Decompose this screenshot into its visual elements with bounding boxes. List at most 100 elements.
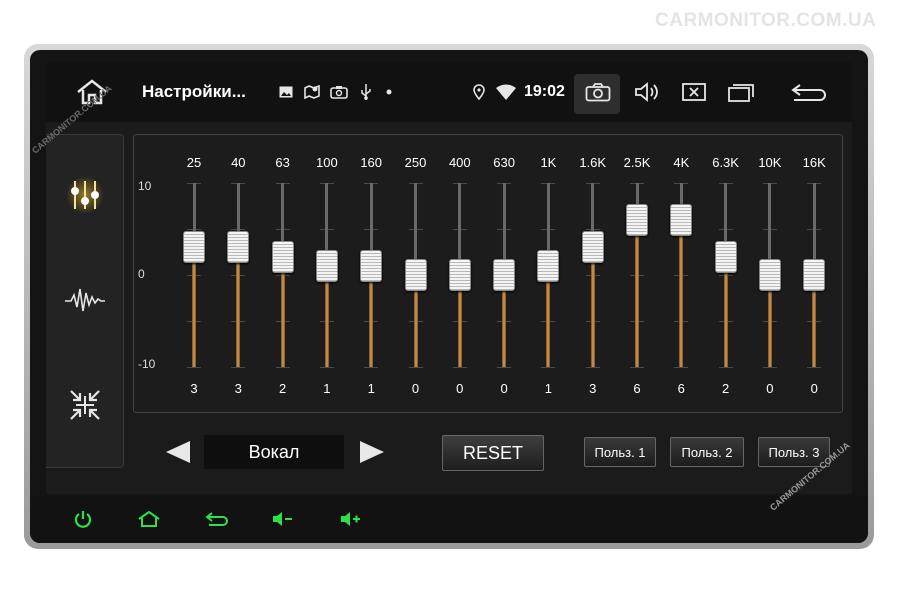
device-frame: Настройки... 19:02 10 0 -10 25 3 40 3 63… bbox=[24, 44, 874, 549]
preset-prev-button[interactable] bbox=[162, 437, 192, 467]
sidebar-item-balance[interactable] bbox=[46, 355, 123, 455]
band-value-label: 3 bbox=[589, 381, 597, 396]
clock: 19:02 bbox=[524, 83, 565, 100]
slider-tick bbox=[187, 367, 201, 368]
band-value-label: 2 bbox=[278, 381, 287, 396]
slider-tick bbox=[585, 367, 600, 368]
slider-knob[interactable] bbox=[714, 240, 737, 273]
slider-knob[interactable] bbox=[227, 231, 250, 264]
close-window-icon[interactable] bbox=[676, 62, 712, 122]
slider-knob[interactable] bbox=[803, 259, 826, 291]
band-frequency-label: 1.6K bbox=[579, 155, 607, 170]
slider-fill bbox=[679, 219, 684, 367]
slider-fill bbox=[192, 247, 196, 367]
waveform-icon bbox=[64, 288, 105, 312]
screen: Настройки... 19:02 10 0 -10 25 3 40 3 63… bbox=[46, 62, 852, 494]
preset-next-button[interactable] bbox=[358, 437, 388, 467]
slider-knob[interactable] bbox=[315, 249, 338, 282]
device-bezel: Настройки... 19:02 10 0 -10 25 3 40 3 63… bbox=[30, 50, 868, 543]
band-frequency-label: 10K bbox=[758, 155, 782, 170]
slider-tick bbox=[275, 367, 290, 368]
slider-knob[interactable] bbox=[271, 240, 294, 273]
band-value-label: 0 bbox=[766, 381, 774, 396]
reset-button[interactable]: RESET bbox=[442, 435, 544, 471]
band-value-label: 0 bbox=[411, 381, 420, 396]
slider-tick bbox=[231, 367, 246, 368]
wifi-icon bbox=[494, 62, 518, 122]
band-frequency-label: 1K bbox=[540, 155, 557, 170]
band-value-label: 0 bbox=[456, 381, 464, 396]
back-icon[interactable] bbox=[786, 62, 830, 122]
slider-tick bbox=[541, 367, 556, 368]
triangle-right-icon bbox=[360, 441, 384, 463]
slider-tick bbox=[762, 367, 777, 368]
triangle-left-icon bbox=[166, 441, 190, 463]
user-preset-2-button[interactable]: Польз. 2 bbox=[670, 437, 744, 467]
band-frequency-label: 160 bbox=[360, 155, 383, 170]
volume-up-icon[interactable] bbox=[336, 504, 366, 534]
band-value-label: 1 bbox=[367, 381, 375, 396]
band-frequency-label: 250 bbox=[404, 155, 427, 170]
band-frequency-label: 400 bbox=[448, 155, 471, 170]
slider-tick bbox=[807, 367, 822, 368]
band-value-label: 0 bbox=[810, 381, 818, 396]
band-value-label: 6 bbox=[633, 381, 641, 396]
band-value-label: 3 bbox=[234, 381, 242, 396]
volume-icon[interactable] bbox=[630, 62, 666, 122]
band-frequency-label: 100 bbox=[316, 155, 338, 170]
equalizer-panel: 10 0 -10 25 3 40 3 63 2 100 1 160 1 250 0 400 0 630 0 1K… bbox=[133, 134, 843, 413]
balance-icon bbox=[69, 390, 100, 420]
slider-fill bbox=[635, 219, 639, 367]
slider-tick bbox=[674, 367, 689, 368]
slider-knob[interactable] bbox=[537, 249, 560, 282]
slider-fill bbox=[723, 256, 728, 367]
power-icon[interactable] bbox=[68, 504, 98, 534]
slider-knob[interactable] bbox=[758, 259, 781, 291]
sidebar bbox=[46, 134, 124, 468]
screenshot-icon bbox=[328, 62, 350, 122]
band-frequency-label: 6.3K bbox=[712, 155, 739, 170]
band-frequency-label: 4K bbox=[673, 155, 690, 170]
band-value-label: 1 bbox=[323, 381, 331, 396]
band-value-label: 2 bbox=[721, 381, 730, 396]
slider-tick bbox=[718, 367, 733, 368]
sidebar-item-waveform[interactable] bbox=[46, 250, 123, 350]
slider-tick bbox=[630, 367, 644, 368]
map-icon bbox=[302, 62, 322, 122]
slider-knob[interactable] bbox=[581, 231, 604, 264]
preset-name: Вокал bbox=[204, 435, 344, 469]
bottom-back-icon[interactable] bbox=[202, 504, 232, 534]
scale-max-label: 10 bbox=[138, 179, 152, 193]
band-frequency-label: 16K bbox=[802, 155, 826, 170]
slider-knob[interactable] bbox=[670, 203, 693, 236]
slider-tick bbox=[408, 367, 423, 368]
slider-knob[interactable] bbox=[493, 259, 516, 291]
sidebar-item-equalizer[interactable] bbox=[46, 145, 123, 245]
dot-icon bbox=[382, 62, 396, 122]
equalizer-icon bbox=[65, 176, 104, 214]
status-bar: Настройки... 19:02 bbox=[46, 62, 852, 122]
slider-knob[interactable] bbox=[183, 231, 205, 264]
slider-tick bbox=[497, 367, 512, 368]
scale-mid-label: 0 bbox=[138, 267, 145, 281]
slider-knob[interactable] bbox=[360, 249, 383, 282]
slider-tick bbox=[364, 367, 379, 368]
recent-apps-icon[interactable] bbox=[722, 62, 760, 122]
slider-knob[interactable] bbox=[448, 259, 471, 291]
band-frequency-label: 630 bbox=[493, 155, 515, 170]
volume-down-icon[interactable] bbox=[268, 504, 298, 534]
page-title: Настройки... bbox=[142, 82, 246, 101]
slider-knob[interactable] bbox=[404, 259, 427, 291]
slider-tick bbox=[452, 367, 467, 368]
user-preset-1-button[interactable]: Польз. 1 bbox=[584, 437, 656, 467]
band-frequency-label: 63 bbox=[275, 155, 290, 170]
band-value-label: 6 bbox=[677, 381, 685, 396]
slider-tick bbox=[319, 367, 334, 368]
band-frequency-label: 25 bbox=[186, 155, 202, 170]
slider-knob[interactable] bbox=[626, 203, 648, 236]
bottom-home-icon[interactable] bbox=[134, 504, 164, 534]
slider-fill bbox=[590, 247, 595, 367]
camera-icon[interactable] bbox=[578, 62, 618, 122]
band-frequency-label: 40 bbox=[231, 155, 246, 170]
band-frequency-label: 2.5K bbox=[623, 155, 651, 170]
